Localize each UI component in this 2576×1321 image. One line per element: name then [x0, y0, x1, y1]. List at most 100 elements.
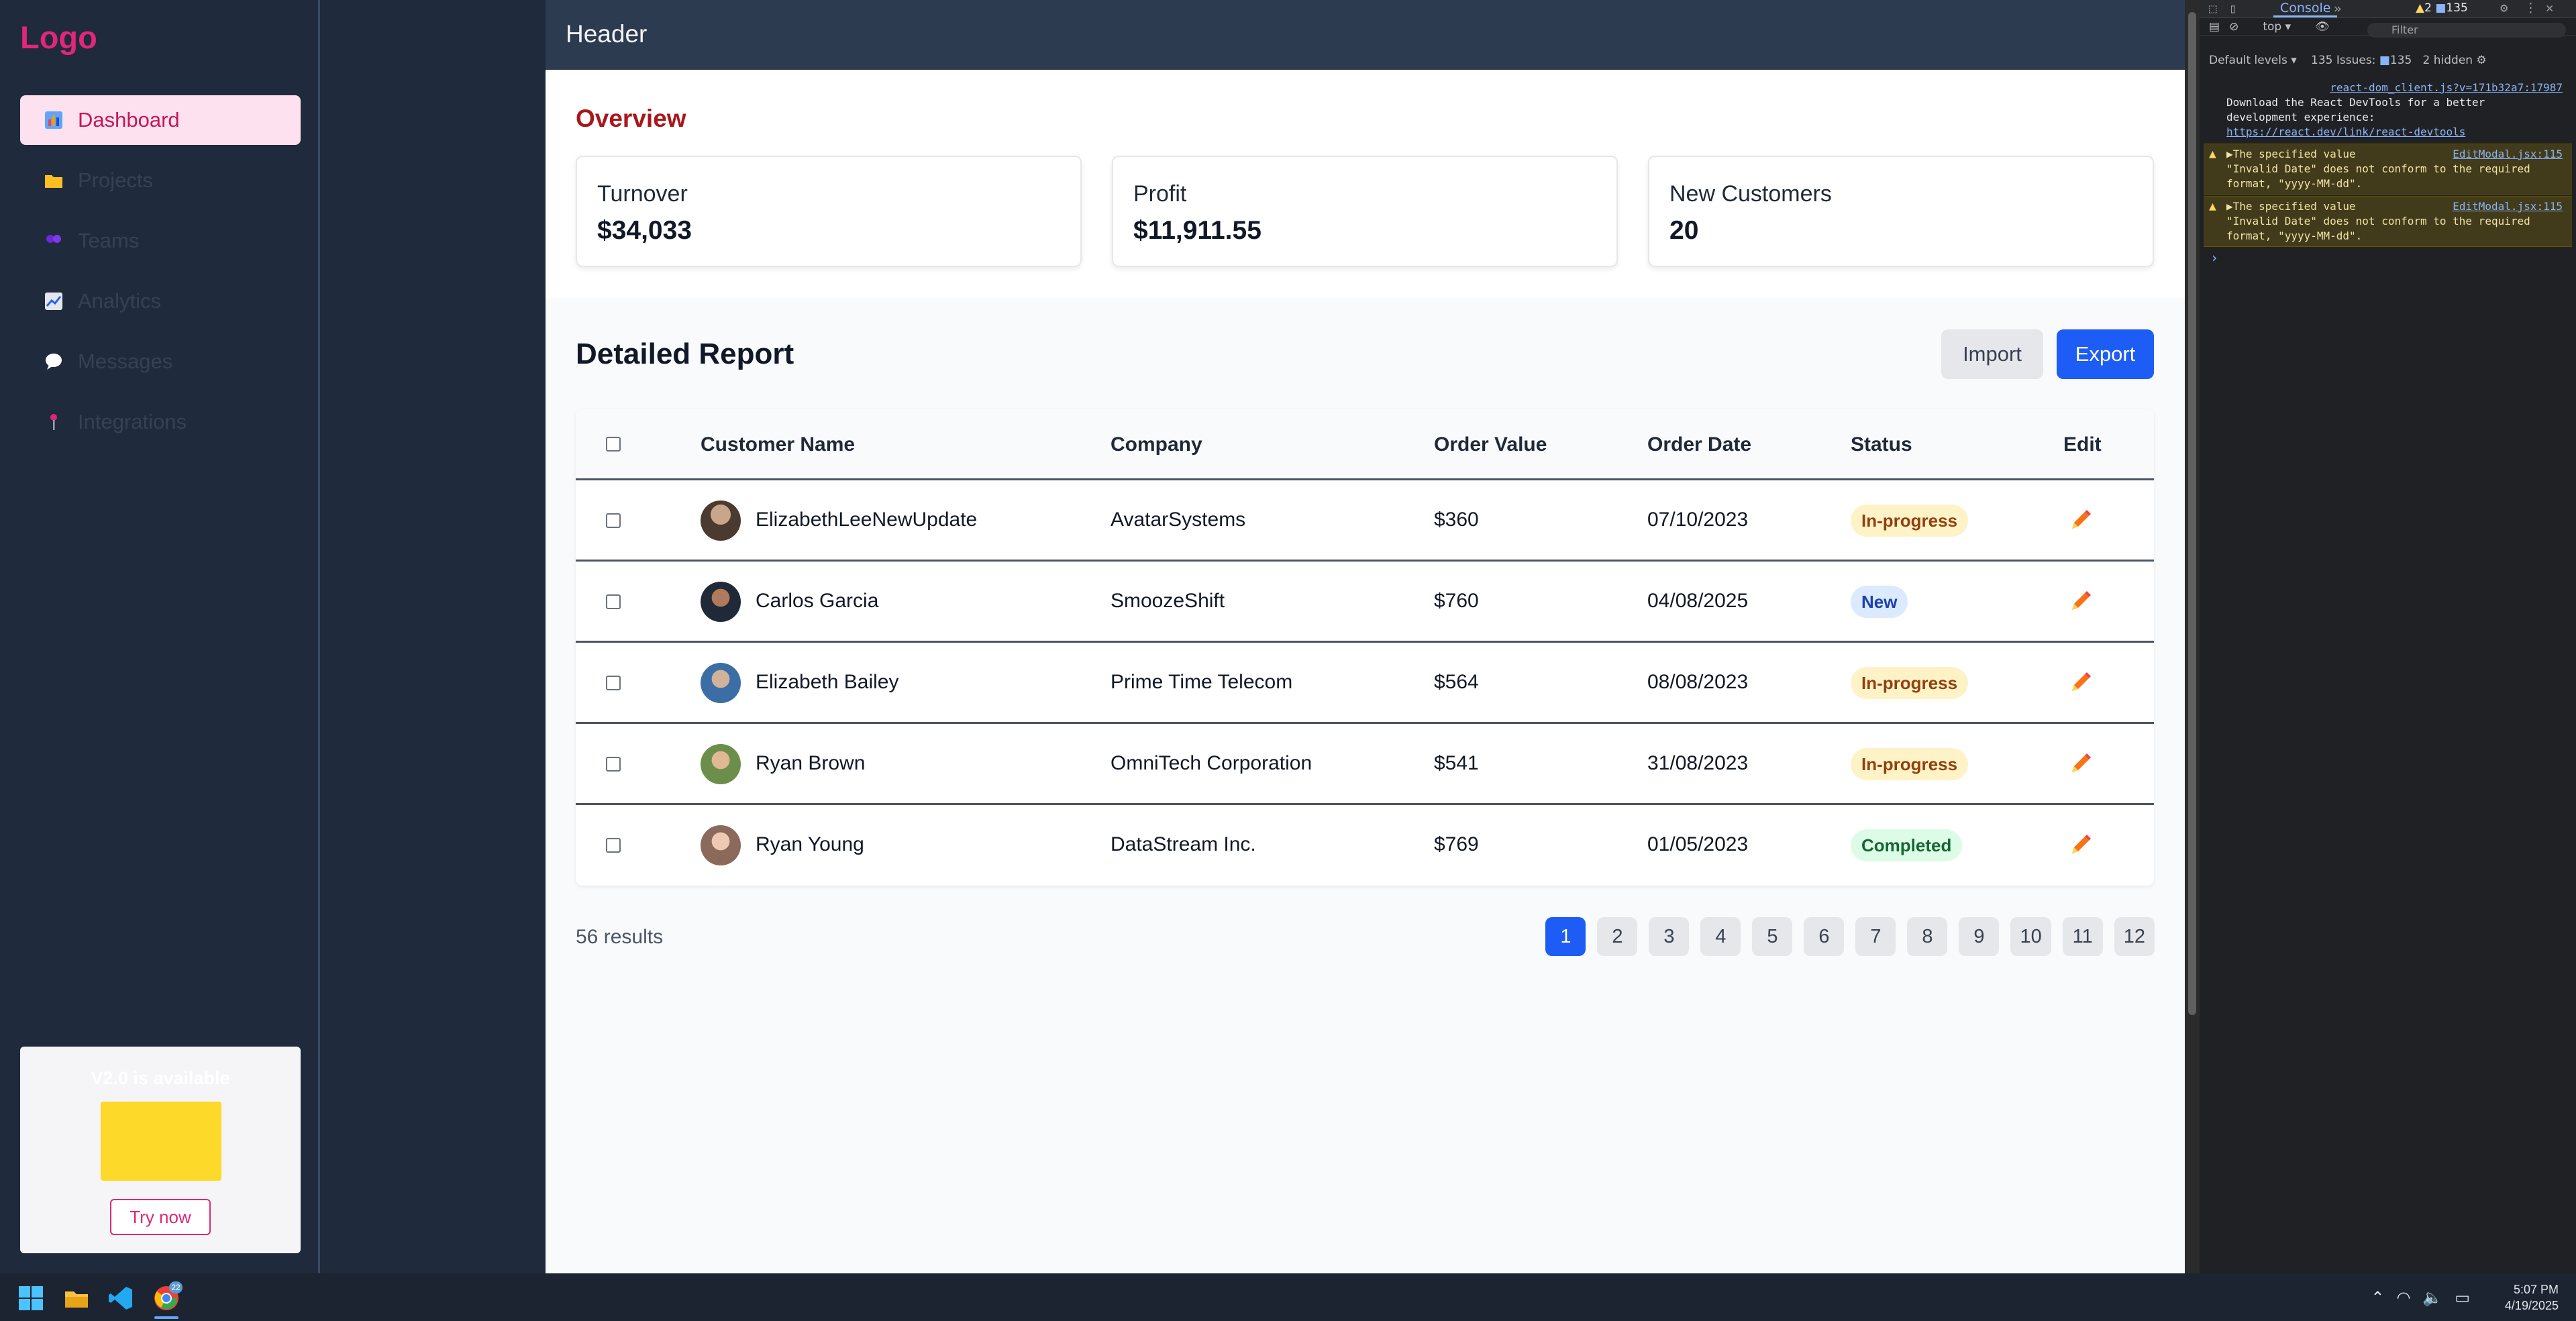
file-explorer-icon[interactable] — [63, 1285, 90, 1312]
log-levels-select[interactable]: Default levels ▾ — [2209, 54, 2297, 67]
devtools-counts[interactable]: ▲2 ■135 — [2416, 1, 2468, 15]
warning-line: ▶The specified value — [2226, 200, 2356, 213]
sidebar-toggle-icon[interactable]: ▤ — [2209, 20, 2220, 34]
page-button-1[interactable]: 1 — [1545, 917, 1586, 956]
table-row: Ryan Young DataStream Inc. $769 01/05/20… — [576, 805, 2154, 886]
column-header-company[interactable]: Company — [1111, 433, 1202, 456]
card-label: Turnover — [597, 181, 688, 207]
row-checkbox[interactable] — [606, 838, 621, 853]
close-icon[interactable]: ✕ — [2546, 1, 2553, 15]
scrollbar-thumb[interactable] — [2188, 12, 2196, 1015]
row-checkbox[interactable] — [606, 513, 621, 528]
context-select[interactable]: top ▾ — [2263, 20, 2291, 34]
page-button-4[interactable]: 4 — [1700, 917, 1741, 956]
page-button-11[interactable]: 11 — [2062, 917, 2103, 956]
clock[interactable]: 5:07 PM 4/19/2025 — [2505, 1281, 2559, 1314]
sidebar-item-messages[interactable]: Messages — [20, 337, 301, 386]
column-header-status[interactable]: Status — [1851, 433, 1912, 456]
page-button-7[interactable]: 7 — [1855, 917, 1896, 956]
page-button-12[interactable]: 12 — [2114, 917, 2155, 956]
export-button[interactable]: Export — [2057, 329, 2154, 379]
speech-bubble-icon — [43, 351, 64, 372]
page-scrollbar[interactable] — [2185, 0, 2200, 1273]
select-all-checkbox[interactable] — [606, 437, 621, 452]
battery-icon[interactable]: ▭ — [2455, 1289, 2482, 1307]
more-tabs-icon[interactable]: » — [2334, 1, 2341, 16]
vscode-icon[interactable] — [107, 1285, 134, 1312]
filter-input[interactable]: Filter — [2367, 23, 2566, 38]
sidebar-item-analytics[interactable]: Analytics — [20, 276, 301, 326]
pencil-icon[interactable] — [2067, 507, 2094, 534]
console-info-message: react-dom_client.js?v=171b32a7:17987 Dow… — [2204, 81, 2572, 141]
page-button-9[interactable]: 9 — [1959, 917, 2000, 956]
eye-icon[interactable]: 👁 — [2315, 20, 2330, 34]
settings-gear-icon[interactable]: ⚙ — [2500, 1, 2508, 15]
status-badge: In-progress — [1851, 667, 1969, 699]
line-chart-icon — [43, 290, 64, 312]
pencil-icon[interactable] — [2067, 751, 2094, 778]
column-header-order-date[interactable]: Order Date — [1647, 433, 1751, 456]
source-link[interactable]: EditModal.jsx:115 — [2453, 199, 2563, 214]
promo-title: V2.0 is available — [91, 1068, 230, 1088]
row-checkbox[interactable] — [606, 757, 621, 772]
devtools-link[interactable]: https://react.dev/link/react-devtools — [2226, 125, 2465, 140]
new-customers-card: New Customers 20 — [1648, 156, 2154, 267]
sidebar-item-label: Dashboard — [78, 108, 180, 131]
page-button-5[interactable]: 5 — [1752, 917, 1793, 956]
sidebar-nav: Dashboard Projects Teams Analytics Messa… — [20, 95, 301, 458]
folder-icon — [43, 170, 64, 191]
upgrade-promo: V2.0 is available Try now — [20, 1047, 301, 1253]
import-button[interactable]: Import — [1941, 329, 2043, 379]
overview-title: Overview — [576, 105, 686, 132]
device-toolbar-icon[interactable]: ▯ — [2229, 1, 2236, 16]
tab-console[interactable]: Console — [2273, 0, 2338, 17]
wifi-icon[interactable]: ◠ — [2396, 1289, 2422, 1307]
page-button-8[interactable]: 8 — [1907, 917, 1948, 956]
table-row: Carlos Garcia SmoozeShift $760 04/08/202… — [576, 562, 2154, 643]
pencil-icon[interactable] — [2067, 670, 2094, 696]
customer-name: Carlos Garcia — [756, 590, 879, 612]
chevron-up-icon[interactable]: ⌃ — [2371, 1289, 2396, 1307]
clear-console-icon[interactable]: ⊘ — [2229, 20, 2238, 34]
inspect-icon[interactable]: ⬚ — [2209, 1, 2216, 16]
customer-name: Elizabeth Bailey — [756, 671, 899, 693]
column-header-order-value[interactable]: Order Value — [1434, 433, 1547, 456]
pencil-icon[interactable] — [2067, 832, 2094, 859]
logo[interactable]: Logo — [20, 19, 97, 56]
sidebar-item-dashboard[interactable]: Dashboard — [20, 95, 301, 145]
pencil-icon[interactable] — [2067, 588, 2094, 615]
page-button-3[interactable]: 3 — [1649, 917, 1690, 956]
try-now-button[interactable]: Try now — [110, 1199, 211, 1235]
page-button-6[interactable]: 6 — [1804, 917, 1845, 956]
volume-icon[interactable]: 🔈 — [2422, 1289, 2455, 1307]
header-title: Header — [566, 20, 648, 48]
order-value: $564 — [1434, 671, 1479, 693]
avatar — [701, 744, 741, 784]
main-content: Header Overview Turnover $34,033 Profit … — [546, 0, 2185, 1273]
sidebar: Logo Dashboard Projects Teams Analytics — [0, 0, 320, 1273]
page-button-10[interactable]: 10 — [2010, 917, 2051, 956]
sidebar-item-teams[interactable]: Teams — [20, 216, 301, 266]
overview-section: Overview Turnover $34,033 Profit $11,911… — [546, 70, 2185, 298]
report-table: Customer Name Company Order Value Order … — [576, 409, 2154, 886]
sidebar-item-projects[interactable]: Projects — [20, 156, 301, 205]
status-badge: Completed — [1851, 829, 1963, 861]
source-link[interactable]: EditModal.jsx:115 — [2453, 147, 2563, 162]
sidebar-item-integrations[interactable]: Integrations — [20, 397, 301, 447]
bar-chart-icon — [43, 109, 64, 131]
kebab-menu-icon[interactable]: ⋮ — [2524, 1, 2537, 15]
status-badge: New — [1851, 586, 1908, 618]
windows-start-icon[interactable] — [17, 1285, 44, 1312]
console-prompt[interactable]: › — [2210, 250, 2218, 266]
column-header-customer[interactable]: Customer Name — [701, 433, 855, 456]
avatar — [701, 663, 741, 703]
row-checkbox[interactable] — [606, 594, 621, 609]
system-tray[interactable]: ⌃◠🔈▭ — [2371, 1288, 2482, 1308]
row-checkbox[interactable] — [606, 676, 621, 690]
issues-summary[interactable]: 135 Issues: ■135 2 hidden ⚙ — [2311, 54, 2487, 67]
page-button-2[interactable]: 2 — [1597, 917, 1638, 956]
source-link[interactable]: react-dom_client.js?v=171b32a7:17987 — [2330, 81, 2563, 95]
card-label: Profit — [1133, 181, 1187, 207]
info-text: Download the React DevTools for a better… — [2226, 96, 2485, 123]
notification-badge: 22 — [169, 1281, 183, 1293]
